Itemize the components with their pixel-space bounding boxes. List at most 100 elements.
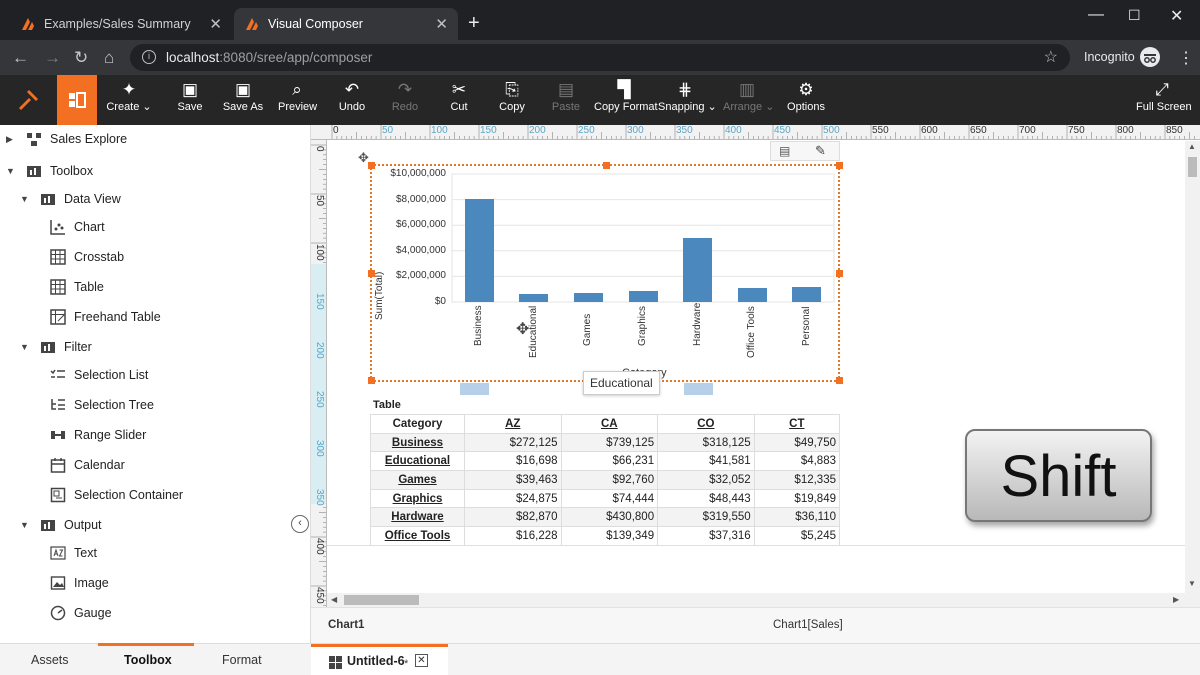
new-tab-plus-icon[interactable]: + bbox=[468, 12, 480, 35]
resize-handle[interactable] bbox=[836, 377, 843, 384]
bar[interactable] bbox=[573, 293, 603, 302]
scroll-down-icon[interactable]: ▼ bbox=[1188, 579, 1196, 588]
tree-item-sales-explore[interactable]: ▶ Sales Explore bbox=[6, 128, 127, 150]
column-header[interactable]: CA bbox=[560, 414, 659, 434]
table-cell: $430,800 bbox=[560, 507, 659, 528]
cut-button[interactable]: ✂ Cut bbox=[446, 79, 472, 123]
reload-icon[interactable]: ↻ bbox=[74, 48, 88, 68]
tree-item-data-view[interactable]: ▼ Data View bbox=[20, 188, 121, 210]
snapping-button[interactable]: ⋕ Snapping ⌄ bbox=[658, 79, 717, 123]
resize-handle[interactable] bbox=[368, 377, 375, 384]
row-header[interactable]: Graphics bbox=[370, 488, 465, 509]
bar[interactable] bbox=[464, 198, 494, 302]
tree-item-freehand-table[interactable]: Freehand Table bbox=[50, 306, 161, 328]
close-icon[interactable]: ✕ bbox=[415, 654, 428, 667]
column-header[interactable]: Category bbox=[370, 414, 465, 434]
document-tab-untitled-6[interactable]: Untitled-6 * ✕ bbox=[311, 644, 448, 675]
tree-item-label: Selection Tree bbox=[74, 398, 154, 412]
row-header[interactable]: Office Tools bbox=[370, 526, 465, 546]
caret-down-icon[interactable]: ▼ bbox=[6, 166, 18, 176]
tree-item-toolbox[interactable]: ▼ Toolbox bbox=[6, 160, 93, 182]
composer-mode-button[interactable] bbox=[57, 75, 97, 125]
full-screen-button[interactable]: ⤢ Full Screen bbox=[1136, 79, 1192, 123]
incognito-icon[interactable] bbox=[1140, 47, 1160, 67]
row-header[interactable]: Educational bbox=[370, 451, 465, 472]
tab-assets[interactable]: Assets bbox=[31, 653, 69, 667]
resize-handle[interactable] bbox=[603, 162, 610, 169]
paste-button[interactable]: ▤ Paste bbox=[549, 79, 583, 123]
tab-toolbox[interactable]: Toolbox bbox=[124, 653, 172, 667]
forward-arrow-icon[interactable]: → bbox=[44, 48, 61, 68]
tree-item-calendar[interactable]: Calendar bbox=[50, 454, 125, 476]
tree-item-gauge[interactable]: Gauge bbox=[50, 602, 112, 624]
column-header[interactable]: AZ bbox=[464, 414, 562, 434]
tree-item-range-slider[interactable]: Range Slider bbox=[50, 424, 146, 446]
tree-item-table[interactable]: Table bbox=[50, 276, 104, 298]
url-input[interactable]: i localhost:8080/sree/app/composer ☆ bbox=[130, 44, 1070, 71]
row-header[interactable]: Hardware bbox=[370, 507, 465, 528]
resize-handle[interactable] bbox=[368, 162, 375, 169]
caret-down-icon[interactable]: ▼ bbox=[20, 194, 32, 204]
tree-item-chart[interactable]: Chart bbox=[50, 216, 105, 238]
resize-handle[interactable] bbox=[836, 162, 843, 169]
save-button[interactable]: ▣ Save bbox=[172, 79, 208, 123]
tree-item-crosstab[interactable]: Crosstab bbox=[50, 246, 124, 268]
close-icon[interactable]: ✕ bbox=[209, 15, 222, 33]
create-button[interactable]: ✦ Create ⌄ bbox=[106, 79, 152, 123]
tree-item-filter[interactable]: ▼ Filter bbox=[20, 336, 92, 358]
info-icon[interactable]: i bbox=[142, 50, 156, 64]
undo-button[interactable]: ↶ Undo bbox=[336, 79, 368, 123]
preview-button[interactable]: ⌕ Preview bbox=[278, 79, 317, 123]
close-icon[interactable]: ✕ bbox=[435, 15, 448, 33]
row-header[interactable]: Games bbox=[370, 470, 465, 490]
browser-menu-icon[interactable]: ⋮ bbox=[1178, 48, 1194, 68]
column-header[interactable]: CO bbox=[657, 414, 755, 434]
vertical-scrollbar[interactable]: ▲ ▼ bbox=[1185, 141, 1200, 607]
design-canvas[interactable]: ✥ ▤ ✎ $10,000,000 $8,000,000 $6,000,000 $4,… bbox=[327, 141, 1185, 593]
caret-down-icon[interactable]: ▼ bbox=[20, 342, 32, 352]
resize-handle[interactable] bbox=[836, 270, 843, 277]
bar[interactable] bbox=[792, 287, 822, 302]
back-arrow-icon[interactable]: ← bbox=[12, 48, 29, 68]
options-button[interactable]: ⚙ Options bbox=[787, 79, 825, 123]
scroll-right-icon[interactable]: ▶ bbox=[1173, 595, 1179, 604]
caret-right-icon[interactable]: ▶ bbox=[6, 134, 18, 145]
tree-item-selection-container[interactable]: Selection Container bbox=[50, 484, 183, 506]
tree-item-text[interactable]: Text bbox=[50, 542, 97, 564]
bar[interactable] bbox=[628, 291, 658, 302]
scroll-up-icon[interactable]: ▲ bbox=[1188, 142, 1196, 151]
copy-button[interactable]: ⎘ Copy bbox=[497, 79, 527, 123]
row-header[interactable]: Business bbox=[370, 432, 465, 453]
bar[interactable] bbox=[737, 288, 767, 302]
sales-table[interactable]: Table Category AZ CA CO CT Business $272,… bbox=[370, 396, 841, 546]
chart-data-icon[interactable]: ▤ bbox=[779, 144, 790, 158]
collapse-panel-icon[interactable]: ‹ bbox=[291, 515, 309, 533]
maximize-icon[interactable]: ☐ bbox=[1128, 7, 1141, 24]
resize-handle[interactable] bbox=[368, 270, 375, 277]
copy-format-button[interactable]: ▜ Copy Format bbox=[594, 79, 658, 123]
column-header[interactable]: CT bbox=[753, 414, 841, 434]
horizontal-scroll-thumb[interactable] bbox=[344, 595, 419, 605]
chart-selection-box[interactable]: $10,000,000 $8,000,000 $6,000,000 $4,000,00… bbox=[368, 162, 843, 395]
horizontal-scrollbar[interactable]: ◀ ▶ bbox=[327, 593, 1185, 607]
vertical-scroll-thumb[interactable] bbox=[1188, 157, 1197, 177]
browser-tab-sales-summary[interactable]: Examples/Sales Summary ✕ bbox=[10, 8, 232, 40]
tree-item-output[interactable]: ▼ Output bbox=[20, 514, 102, 536]
caret-down-icon[interactable]: ▼ bbox=[20, 520, 32, 530]
home-icon[interactable]: ⌂ bbox=[104, 48, 114, 68]
tree-item-selection-tree[interactable]: Selection Tree bbox=[50, 394, 154, 416]
tree-item-image[interactable]: Image bbox=[50, 572, 109, 594]
tab-format[interactable]: Format bbox=[222, 653, 262, 667]
arrange-button[interactable]: ▥ Arrange ⌄ bbox=[723, 79, 774, 123]
save-as-button[interactable]: ▣ Save As bbox=[222, 79, 264, 123]
bar[interactable] bbox=[683, 238, 713, 302]
tree-item-selection-list[interactable]: Selection List bbox=[50, 364, 148, 386]
bar[interactable] bbox=[519, 294, 549, 302]
redo-button[interactable]: ↷ Redo bbox=[390, 79, 420, 123]
window-close-icon[interactable]: ✕ bbox=[1170, 6, 1183, 26]
edit-pencil-icon[interactable]: ✎ bbox=[815, 143, 826, 159]
browser-tab-visual-composer[interactable]: Visual Composer ✕ bbox=[234, 8, 458, 40]
scroll-left-icon[interactable]: ◀ bbox=[331, 595, 337, 604]
minimize-icon[interactable]: — bbox=[1088, 6, 1104, 24]
bookmark-star-icon[interactable]: ☆ bbox=[1044, 47, 1058, 67]
